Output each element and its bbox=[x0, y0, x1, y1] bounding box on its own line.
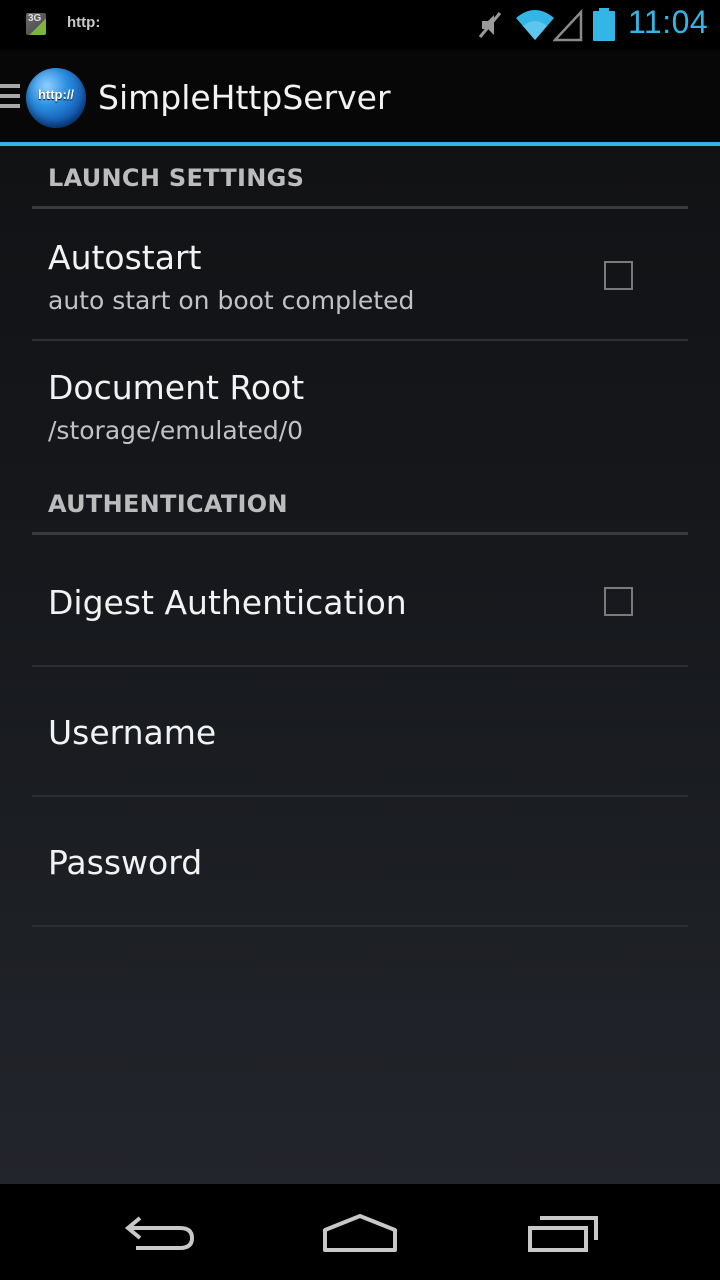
screen: 3G http: 11:04 http:// SimpleHttpServer bbox=[0, 0, 720, 1280]
3g-notification-icon: 3G bbox=[26, 13, 46, 35]
pref-document-root[interactable]: Document Root /storage/emulated/0 bbox=[32, 341, 688, 471]
recent-apps-icon[interactable] bbox=[518, 1206, 608, 1258]
section-header-launch-settings: LAUNCH SETTINGS bbox=[48, 164, 305, 192]
pref-autostart-title: Autostart bbox=[48, 238, 202, 277]
app-logo[interactable]: http:// bbox=[26, 68, 86, 128]
pref-digest-authentication[interactable]: Digest Authentication bbox=[32, 535, 688, 665]
signal-icon bbox=[553, 8, 583, 42]
app-logo-text: http:// bbox=[37, 87, 75, 102]
notification-text: http: bbox=[67, 14, 101, 31]
menu-icon[interactable] bbox=[0, 84, 22, 114]
wifi-icon bbox=[516, 10, 554, 40]
autostart-checkbox[interactable] bbox=[604, 261, 633, 290]
pref-document-root-summary: /storage/emulated/0 bbox=[48, 416, 304, 445]
3g-notification-label: 3G bbox=[28, 13, 42, 24]
app-title: SimpleHttpServer bbox=[98, 78, 391, 117]
pref-document-root-title: Document Root bbox=[48, 368, 305, 407]
pref-password[interactable]: Password bbox=[32, 797, 688, 927]
section-divider bbox=[32, 206, 688, 209]
battery-icon bbox=[593, 8, 615, 41]
pref-password-title: Password bbox=[48, 843, 203, 882]
pref-username-title: Username bbox=[48, 713, 217, 752]
pref-autostart-summary: auto start on boot completed bbox=[48, 286, 415, 315]
mute-icon bbox=[478, 12, 502, 38]
pref-autostart[interactable]: Autostart auto start on boot completed bbox=[32, 210, 688, 340]
back-icon[interactable] bbox=[116, 1206, 206, 1258]
pref-username[interactable]: Username bbox=[32, 667, 688, 797]
row-divider bbox=[32, 925, 688, 927]
status-bar: 3G http: 11:04 bbox=[0, 0, 720, 50]
section-header-authentication: AUTHENTICATION bbox=[48, 490, 288, 518]
clock: 11:04 bbox=[628, 4, 709, 40]
home-icon[interactable] bbox=[315, 1206, 405, 1258]
pref-digest-authentication-title: Digest Authentication bbox=[48, 583, 407, 622]
digest-authentication-checkbox[interactable] bbox=[604, 587, 633, 616]
